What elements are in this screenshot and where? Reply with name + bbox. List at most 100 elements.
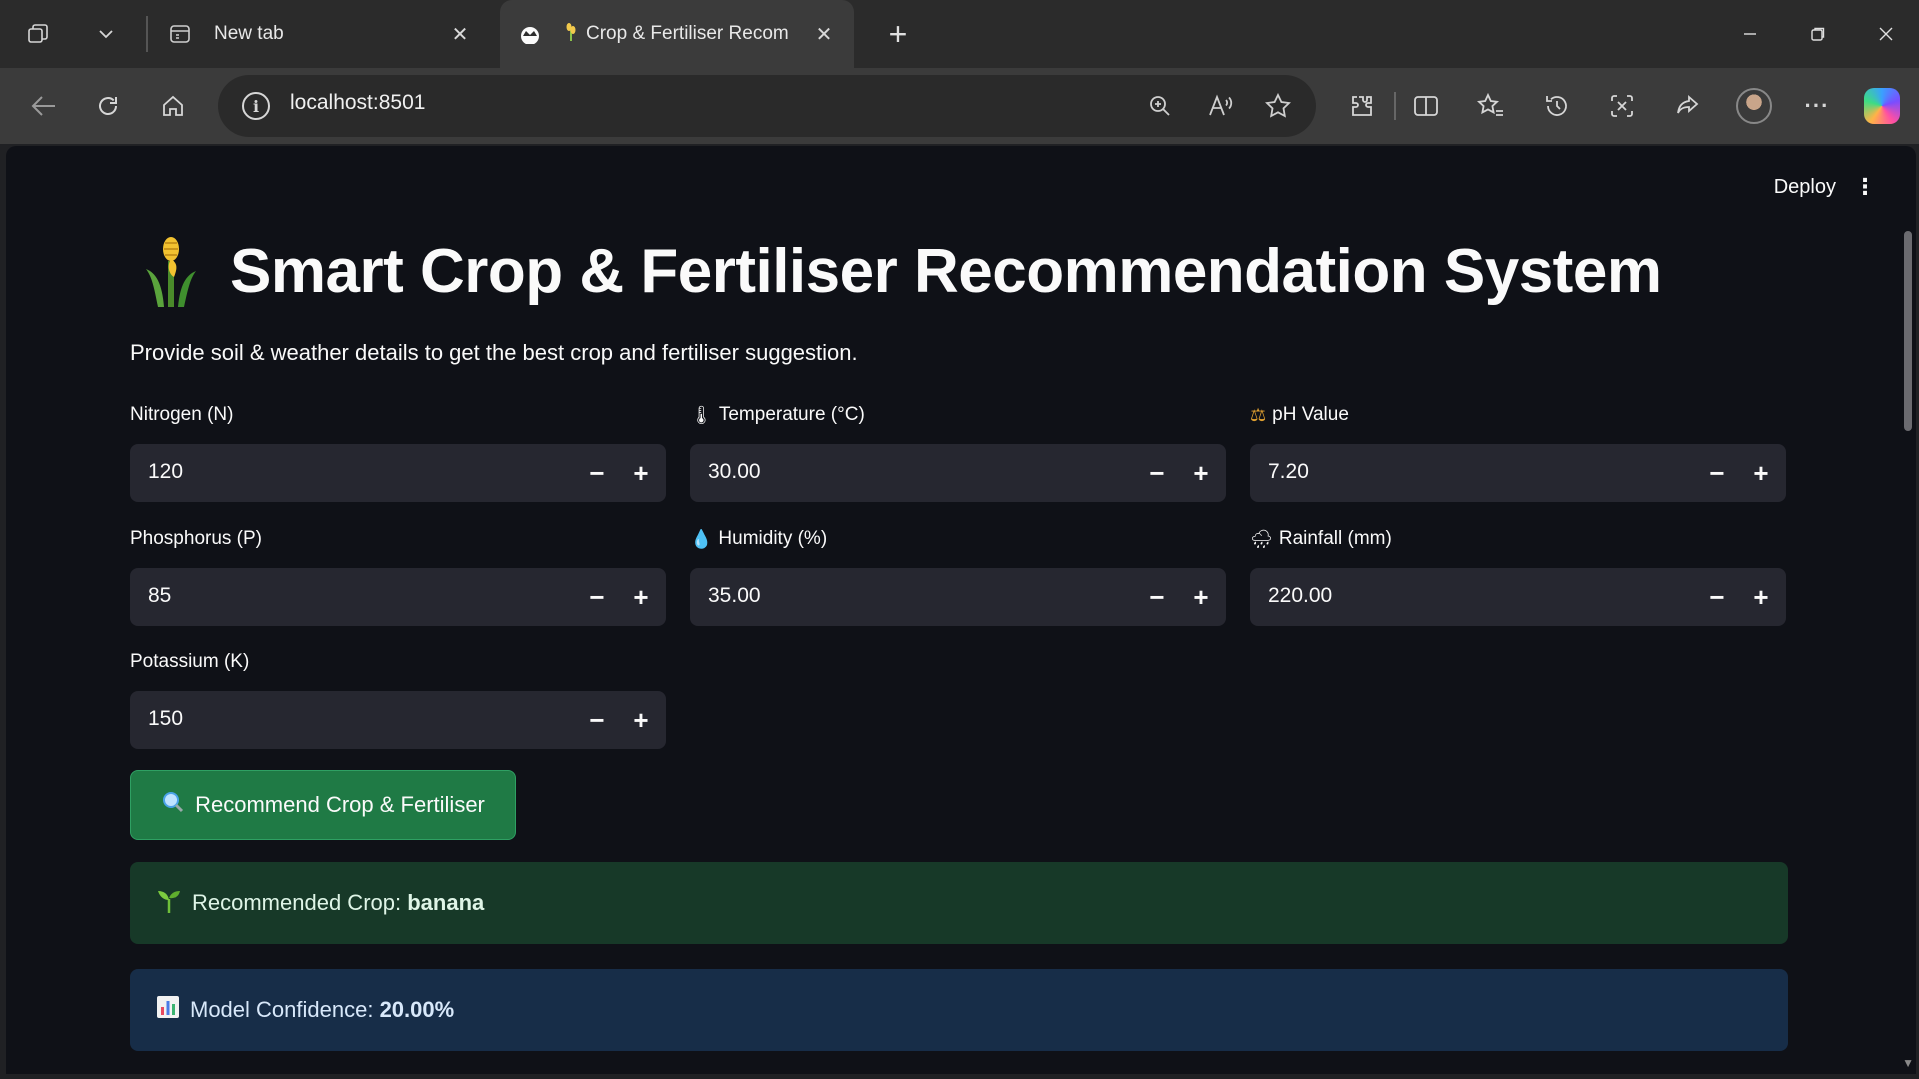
tab-crop-fertiliser[interactable]: Crop & Fertiliser Recom ✕ (500, 0, 854, 68)
address-bar[interactable]: i localhost:8501 (218, 75, 1316, 137)
ph-decrement-button[interactable]: − (1694, 444, 1740, 502)
temperature-input-group: 🌡 Temperature (°C) 30.00 − + (690, 402, 1226, 502)
copilot-icon[interactable] (1864, 88, 1900, 124)
potassium-number-input[interactable]: 150 − + (130, 691, 666, 749)
temperature-increment-button[interactable]: + (1178, 444, 1224, 502)
thermometer-icon: 🌡 (690, 404, 713, 425)
ph-input-group: ⚖ pH Value 7.20 − + (1250, 402, 1786, 502)
rainfall-value[interactable]: 220.00 (1268, 584, 1332, 608)
tab-actions-chevron-down-icon[interactable] (86, 14, 126, 54)
magnifying-glass-icon (161, 790, 185, 820)
potassium-value[interactable]: 150 (148, 707, 183, 731)
browser-toolbar: i localhost:8501 ··· (0, 68, 1919, 144)
ear-of-corn-icon (146, 236, 196, 307)
humidity-number-input[interactable]: 35.00 − + (690, 568, 1226, 626)
extensions-icon[interactable] (1342, 86, 1382, 126)
tab-new-tab[interactable]: New tab ✕ (150, 0, 490, 68)
back-icon[interactable] (24, 86, 64, 126)
droplet-icon: 💧 (690, 528, 713, 549)
nitrogen-increment-button[interactable]: + (618, 444, 664, 502)
bar-chart-icon (156, 995, 180, 1025)
history-icon[interactable] (1537, 86, 1577, 126)
rainfall-number-input[interactable]: 220.00 − + (1250, 568, 1786, 626)
url-text[interactable]: localhost:8501 (290, 91, 425, 115)
deploy-button[interactable]: Deploy (1774, 176, 1836, 199)
new-tab-plus-icon[interactable]: + (878, 14, 918, 54)
nitrogen-decrement-button[interactable]: − (574, 444, 620, 502)
rain-cloud-icon: 🌧 (1250, 528, 1273, 549)
page-subtitle: Provide soil & weather details to get th… (130, 340, 858, 365)
phosphorus-number-input[interactable]: 85 − + (130, 568, 666, 626)
potassium-increment-button[interactable]: + (618, 691, 664, 749)
crop-result-prefix: Recommended Crop: (192, 890, 408, 915)
browser-tab-strip: New tab ✕ Crop & Fertiliser Recom ✕ + (0, 0, 1919, 68)
temperature-value[interactable]: 30.00 (708, 460, 761, 484)
minimize-window-icon[interactable] (1726, 12, 1774, 56)
temperature-decrement-button[interactable]: − (1134, 444, 1180, 502)
humidity-label: 💧 Humidity (%) (690, 526, 1226, 552)
temperature-label: 🌡 Temperature (°C) (690, 402, 1226, 428)
ph-value[interactable]: 7.20 (1268, 460, 1309, 484)
potassium-label-text: Potassium (K) (130, 651, 250, 672)
close-tab-icon[interactable]: ✕ (806, 16, 842, 52)
rainfall-decrement-button[interactable]: − (1694, 568, 1740, 626)
rainfall-label: 🌧 Rainfall (mm) (1250, 526, 1786, 552)
favorites-icon[interactable] (1471, 86, 1511, 126)
screenshot-icon[interactable] (1602, 86, 1642, 126)
share-icon[interactable] (1668, 86, 1708, 126)
nitrogen-input-group: Nitrogen (N) 120 − + (130, 402, 666, 502)
page-title-text: Smart Crop & Fertiliser Recommendation S… (230, 237, 1662, 306)
nitrogen-number-input[interactable]: 120 − + (130, 444, 666, 502)
read-aloud-icon[interactable] (1202, 88, 1238, 124)
page-scrollbar[interactable] (1904, 231, 1912, 431)
ph-label: ⚖ pH Value (1250, 402, 1786, 428)
phosphorus-increment-button[interactable]: + (618, 568, 664, 626)
scroll-down-arrow-icon[interactable]: ▼ (1902, 1056, 1914, 1070)
humidity-value[interactable]: 35.00 (708, 584, 761, 608)
restore-window-icon[interactable] (1794, 12, 1842, 56)
humidity-decrement-button[interactable]: − (1134, 568, 1180, 626)
humidity-increment-button[interactable]: + (1178, 568, 1224, 626)
balance-scale-icon: ⚖ (1250, 404, 1267, 425)
refresh-icon[interactable] (88, 86, 128, 126)
rainfall-increment-button[interactable]: + (1738, 568, 1784, 626)
humidity-label-text: Humidity (%) (718, 528, 828, 549)
tab-separator (146, 16, 148, 52)
crop-result-value: banana (407, 890, 485, 915)
confidence-result-value: 20.00% (379, 997, 455, 1022)
nitrogen-value[interactable]: 120 (148, 460, 183, 484)
rainfall-label-text: Rainfall (mm) (1278, 528, 1392, 549)
profile-avatar[interactable] (1736, 88, 1772, 124)
potassium-label: Potassium (K) (130, 649, 666, 675)
tab-title: Crop & Fertiliser Recom (586, 23, 789, 44)
zoom-icon[interactable] (1142, 88, 1178, 124)
close-window-icon[interactable] (1862, 12, 1910, 56)
phosphorus-label: Phosphorus (P) (130, 526, 666, 552)
rainfall-input-group: 🌧 Rainfall (mm) 220.00 − + (1250, 526, 1786, 626)
workspaces-icon[interactable] (18, 14, 58, 54)
recommend-button[interactable]: Recommend Crop & Fertiliser (130, 770, 516, 840)
split-screen-icon[interactable] (1406, 86, 1446, 126)
phosphorus-label-text: Phosphorus (P) (130, 528, 263, 549)
humidity-input-group: 💧 Humidity (%) 35.00 − + (690, 526, 1226, 626)
confidence-result-alert: Model Confidence: 20.00% (130, 969, 1788, 1051)
crop-result-alert: Recommended Crop: banana (130, 862, 1788, 944)
nitrogen-label: Nitrogen (N) (130, 402, 666, 428)
close-tab-icon[interactable]: ✕ (442, 16, 478, 52)
ph-increment-button[interactable]: + (1738, 444, 1784, 502)
phosphorus-value[interactable]: 85 (148, 584, 171, 608)
recommend-button-label: Recommend Crop & Fertiliser (195, 792, 485, 817)
toolbar-separator (1394, 92, 1396, 120)
page-title: Smart Crop & Fertiliser Recommendation S… (144, 236, 1662, 307)
nitrogen-label-text: Nitrogen (N) (130, 404, 234, 425)
potassium-decrement-button[interactable]: − (574, 691, 620, 749)
ph-number-input[interactable]: 7.20 − + (1250, 444, 1786, 502)
more-options-icon[interactable]: ··· (1797, 86, 1837, 126)
home-icon[interactable] (153, 86, 193, 126)
favorite-star-icon[interactable] (1260, 88, 1296, 124)
phosphorus-decrement-button[interactable]: − (574, 568, 620, 626)
temperature-number-input[interactable]: 30.00 − + (690, 444, 1226, 502)
main-menu-icon[interactable]: ⋮ (1854, 176, 1876, 198)
site-info-icon[interactable]: i (242, 92, 270, 120)
seedling-icon (156, 887, 182, 919)
